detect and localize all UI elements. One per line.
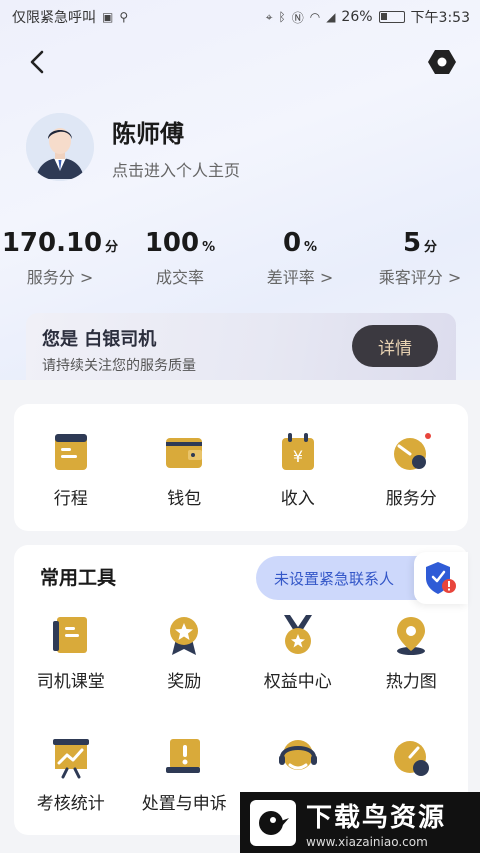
nav-bar bbox=[0, 40, 480, 84]
battery-icon bbox=[378, 11, 405, 23]
driver-class-book-icon bbox=[52, 617, 87, 653]
stat-deal-rate[interactable]: 100% 成交率 bbox=[120, 228, 240, 298]
sim-icon: ▣ bbox=[102, 10, 114, 24]
appeal-alert-icon bbox=[166, 739, 201, 773]
carrier-text: 仅限紧急呼叫 bbox=[12, 10, 96, 26]
tool-label: 司机课堂 bbox=[36, 672, 105, 692]
stat-unit: % bbox=[304, 240, 318, 255]
driver-level-card: 您是 白银司机 请持续关注您的服务质量 详情 bbox=[26, 313, 456, 385]
back-button[interactable] bbox=[22, 46, 54, 78]
stat-bad-review-rate[interactable]: 0% 差评率 > bbox=[240, 228, 360, 298]
stat-unit: 分 bbox=[424, 240, 438, 255]
details-button[interactable]: 详情 bbox=[352, 325, 438, 367]
profile-section[interactable]: 陈师傅 点击进入个人主页 bbox=[26, 112, 446, 182]
tool-benefits-center[interactable]: 权益中心 bbox=[241, 613, 355, 692]
menu-label: 行程 bbox=[53, 489, 88, 509]
tool-label: 权益中心 bbox=[263, 672, 332, 692]
status-bar: 仅限紧急呼叫 ▣ ⚲ ⌖ ᛒ Ⓝ ◠ ◢ 26% 下午3:53 bbox=[0, 0, 480, 34]
nfc-icon: Ⓝ bbox=[291, 10, 304, 25]
stat-value: 170.10 bbox=[1, 228, 103, 258]
avatar-person-icon bbox=[26, 113, 94, 181]
service-score-gauge-icon bbox=[394, 433, 432, 470]
trip-document-icon bbox=[54, 434, 87, 470]
reward-medal-icon bbox=[170, 617, 199, 655]
tool-driver-class[interactable]: 司机课堂 bbox=[14, 613, 128, 692]
stat-label: 差评率 > bbox=[266, 268, 334, 287]
menu-label: 钱包 bbox=[167, 489, 202, 509]
stat-label: 乘客评分 > bbox=[378, 268, 462, 287]
menu-item-wallet[interactable]: 钱包 bbox=[128, 404, 242, 531]
stat-value: 0 bbox=[282, 228, 302, 258]
stat-service-score[interactable]: 170.10 分 服务分 > bbox=[0, 228, 120, 298]
stat-label: 服务分 > bbox=[26, 268, 94, 287]
watermark-url: www.xiazainiao.com bbox=[306, 834, 428, 849]
tools-title: 常用工具 bbox=[40, 567, 117, 589]
wifi-icon: ◠ bbox=[309, 10, 321, 24]
profile-link[interactable]: 点击进入个人主页 bbox=[112, 157, 240, 181]
quick-menu-card: 行程 钱包 ¥ 收入 服务分 bbox=[14, 404, 468, 531]
tool-label: 处置与申诉 bbox=[141, 794, 227, 814]
signal-icon: ◢ bbox=[326, 10, 336, 24]
usb-icon: ⚲ bbox=[119, 10, 129, 24]
watermark-title: 下载鸟资源 bbox=[306, 802, 447, 833]
tool-assessment-stats[interactable]: 考核统计 bbox=[14, 735, 128, 814]
customer-service-headset-icon bbox=[278, 740, 317, 770]
battery-percent: 26% bbox=[341, 9, 373, 25]
stat-label: 成交率 bbox=[155, 268, 204, 287]
stat-unit: 分 bbox=[105, 240, 119, 255]
wallet-icon bbox=[166, 438, 203, 468]
income-calendar-icon: ¥ bbox=[281, 433, 314, 470]
stat-passenger-rating[interactable]: 5分 乘客评分 > bbox=[360, 228, 480, 298]
tool-rewards[interactable]: 奖励 bbox=[128, 613, 242, 692]
bluetooth-icon: ᛒ bbox=[278, 10, 286, 24]
driver-name: 陈师傅 bbox=[112, 119, 184, 148]
tool-label: 考核统计 bbox=[36, 794, 105, 814]
benefits-medal-icon bbox=[283, 615, 312, 654]
heatmap-pin-icon bbox=[397, 617, 426, 655]
shield-alert-icon bbox=[426, 562, 456, 594]
menu-label: 服务分 bbox=[385, 489, 437, 509]
menu-item-income[interactable]: ¥ 收入 bbox=[241, 404, 355, 531]
tool-label: 奖励 bbox=[167, 672, 202, 692]
tool-disposal-appeal[interactable]: 处置与申诉 bbox=[128, 735, 242, 814]
back-arrow-icon bbox=[30, 50, 44, 74]
tool-label: 热力图 bbox=[385, 672, 437, 692]
menu-label: 收入 bbox=[280, 489, 315, 509]
menu-item-service-score[interactable]: 服务分 bbox=[355, 404, 469, 531]
tool-heatmap[interactable]: 热力图 bbox=[355, 613, 469, 692]
stat-unit: % bbox=[202, 240, 216, 255]
settings-button[interactable] bbox=[426, 46, 458, 78]
watermark-banner: 下载鸟资源 www.xiazainiao.com bbox=[240, 792, 480, 853]
watermark-bird-logo-icon bbox=[250, 799, 296, 846]
stat-value: 5 bbox=[402, 228, 422, 258]
menu-item-trips[interactable]: 行程 bbox=[14, 404, 128, 531]
clock: 下午3:53 bbox=[410, 10, 470, 26]
avatar[interactable] bbox=[26, 113, 94, 181]
stat-value: 100 bbox=[144, 228, 200, 258]
svg-text:¥: ¥ bbox=[293, 447, 303, 466]
safety-shield-button[interactable] bbox=[414, 552, 468, 604]
location-icon: ⌖ bbox=[265, 9, 273, 24]
tools-row-1: 司机课堂 奖励 权益中心 热力图 bbox=[14, 613, 468, 692]
assessment-chart-icon bbox=[52, 739, 89, 779]
gauge-icon bbox=[394, 741, 430, 776]
stats-row: 170.10 分 服务分 > 100% 成交率 0% 差评率 > 5分 乘客评分 … bbox=[0, 228, 480, 298]
settings-hexagon-icon bbox=[428, 50, 456, 74]
